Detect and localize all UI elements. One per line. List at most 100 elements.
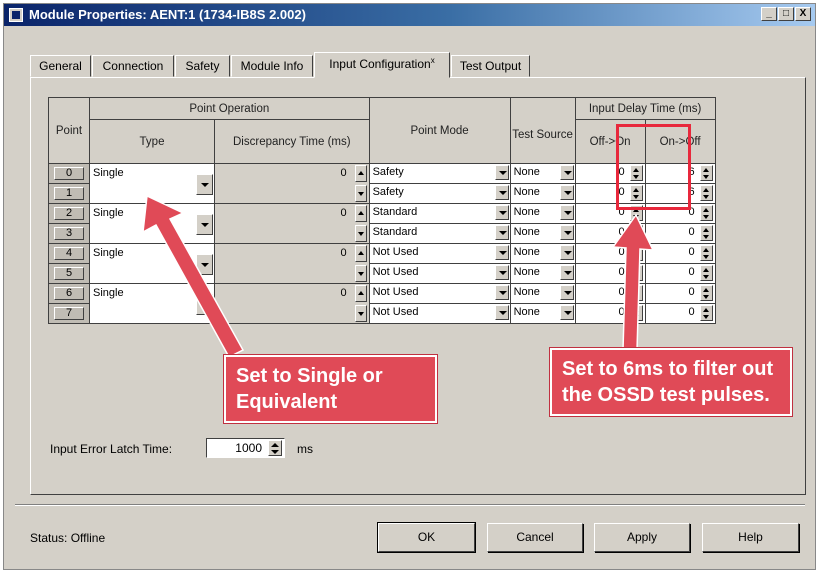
chevron-down-icon[interactable]	[494, 165, 509, 180]
spin-up-icon[interactable]	[354, 245, 367, 262]
point-mode-select[interactable]: Standard	[368, 223, 511, 244]
point-number[interactable]: 0	[54, 167, 84, 180]
off-on-delay-input[interactable]: 0	[574, 303, 646, 324]
off-on-delay-input[interactable]: 0	[574, 243, 646, 264]
test-source-select[interactable]: None	[509, 163, 576, 184]
off-on-delay-input[interactable]: 0	[574, 223, 646, 244]
point-number[interactable]: 3	[54, 227, 84, 240]
spin-up-icon[interactable]	[354, 205, 367, 222]
apply-button[interactable]: Apply	[594, 523, 690, 552]
tab-input-configuration[interactable]: Input Configurationx	[314, 52, 450, 78]
point-mode-select[interactable]: Safety	[368, 183, 511, 204]
type-select[interactable]: Single	[89, 163, 215, 204]
on-off-delay-input[interactable]: 0	[644, 283, 716, 304]
test-source-select[interactable]: None	[509, 203, 576, 224]
test-source-select[interactable]: None	[509, 303, 576, 324]
chevron-down-icon[interactable]	[494, 225, 509, 240]
point-number[interactable]: 6	[54, 287, 84, 300]
chevron-down-icon[interactable]	[559, 265, 574, 280]
spin-down-icon[interactable]	[354, 225, 367, 242]
spin-up-icon[interactable]	[354, 165, 367, 182]
discrepancy-time-input[interactable]: 0	[214, 163, 370, 204]
spinner-icon[interactable]	[699, 185, 713, 201]
spinner-icon[interactable]	[699, 165, 713, 181]
type-select[interactable]: Single	[89, 203, 215, 244]
point-mode-value: Not Used	[372, 266, 419, 278]
title-bar[interactable]: Module Properties: AENT:1 (1734-IB8S 2.0…	[4, 4, 815, 26]
type-select[interactable]: Single	[89, 243, 215, 284]
off-on-delay-input[interactable]: 0	[574, 283, 646, 304]
on-off-delay-input[interactable]: 0	[644, 263, 716, 284]
tab-connection[interactable]: Connection	[92, 55, 174, 77]
chevron-down-icon[interactable]	[494, 285, 509, 300]
on-off-delay-input[interactable]: 0	[644, 223, 716, 244]
discrepancy-time-input[interactable]: 0	[214, 243, 370, 284]
tab-test-output[interactable]: Test Output	[451, 55, 530, 77]
point-mode-select[interactable]: Safety	[368, 163, 511, 184]
latch-time-spinner[interactable]	[268, 440, 282, 456]
spinner-icon[interactable]	[699, 245, 713, 261]
on-off-delay-input[interactable]: 0	[644, 243, 716, 264]
chevron-down-icon[interactable]	[494, 305, 509, 320]
chevron-down-icon[interactable]	[559, 185, 574, 200]
point-mode-select[interactable]: Not Used	[368, 303, 511, 324]
point-mode-select[interactable]: Not Used	[368, 283, 511, 304]
minimize-button[interactable]: _	[761, 7, 777, 21]
spinner-icon[interactable]	[699, 205, 713, 221]
chevron-down-icon[interactable]	[494, 205, 509, 220]
chevron-down-icon[interactable]	[559, 225, 574, 240]
spin-down-icon[interactable]	[354, 265, 367, 282]
discrepancy-time-input[interactable]: 0	[214, 283, 370, 324]
type-select[interactable]: Single	[89, 283, 215, 324]
spin-down-icon[interactable]	[354, 185, 367, 202]
spin-up-icon[interactable]	[354, 285, 367, 302]
spinner-icon[interactable]	[629, 245, 643, 261]
tab-module-info[interactable]: Module Info	[231, 55, 313, 77]
chevron-down-icon[interactable]	[196, 294, 213, 315]
test-source-select[interactable]: None	[509, 223, 576, 244]
spinner-icon[interactable]	[699, 265, 713, 281]
ok-button[interactable]: OK	[377, 522, 476, 553]
point-mode-select[interactable]: Not Used	[368, 243, 511, 264]
off-on-delay-input[interactable]: 0	[574, 263, 646, 284]
chevron-down-icon[interactable]	[494, 245, 509, 260]
spinner-icon[interactable]	[629, 285, 643, 301]
spinner-icon[interactable]	[699, 305, 713, 321]
test-source-select[interactable]: None	[509, 283, 576, 304]
point-number[interactable]: 1	[54, 187, 84, 200]
close-button[interactable]: X	[795, 7, 811, 21]
spinner-icon[interactable]	[699, 285, 713, 301]
chevron-down-icon[interactable]	[559, 205, 574, 220]
chevron-down-icon[interactable]	[559, 245, 574, 260]
chevron-down-icon[interactable]	[559, 305, 574, 320]
spinner-icon[interactable]	[629, 305, 643, 321]
point-number[interactable]: 4	[54, 247, 84, 260]
point-number[interactable]: 7	[54, 307, 84, 320]
chevron-down-icon[interactable]	[196, 254, 213, 275]
point-mode-select[interactable]: Not Used	[368, 263, 511, 284]
spinner-icon[interactable]	[629, 265, 643, 281]
tab-general[interactable]: General	[30, 55, 91, 77]
spinner-icon[interactable]	[699, 225, 713, 241]
tab-safety[interactable]: Safety	[175, 55, 230, 77]
spinner-icon[interactable]	[629, 225, 643, 241]
maximize-button[interactable]: □	[778, 7, 794, 21]
test-source-select[interactable]: None	[509, 183, 576, 204]
discrepancy-time-input[interactable]: 0	[214, 203, 370, 244]
help-button[interactable]: Help	[702, 523, 799, 552]
on-off-delay-input[interactable]: 0	[644, 303, 716, 324]
test-source-select[interactable]: None	[509, 263, 576, 284]
point-number[interactable]: 2	[54, 207, 84, 220]
chevron-down-icon[interactable]	[196, 174, 213, 195]
chevron-down-icon[interactable]	[559, 165, 574, 180]
chevron-down-icon[interactable]	[196, 214, 213, 235]
spin-down-icon[interactable]	[354, 305, 367, 322]
point-number[interactable]: 5	[54, 267, 84, 280]
latch-time-input[interactable]: 1000	[206, 438, 285, 458]
point-mode-select[interactable]: Standard	[368, 203, 511, 224]
cancel-button[interactable]: Cancel	[487, 523, 583, 552]
test-source-select[interactable]: None	[509, 243, 576, 264]
chevron-down-icon[interactable]	[494, 185, 509, 200]
chevron-down-icon[interactable]	[494, 265, 509, 280]
chevron-down-icon[interactable]	[559, 285, 574, 300]
